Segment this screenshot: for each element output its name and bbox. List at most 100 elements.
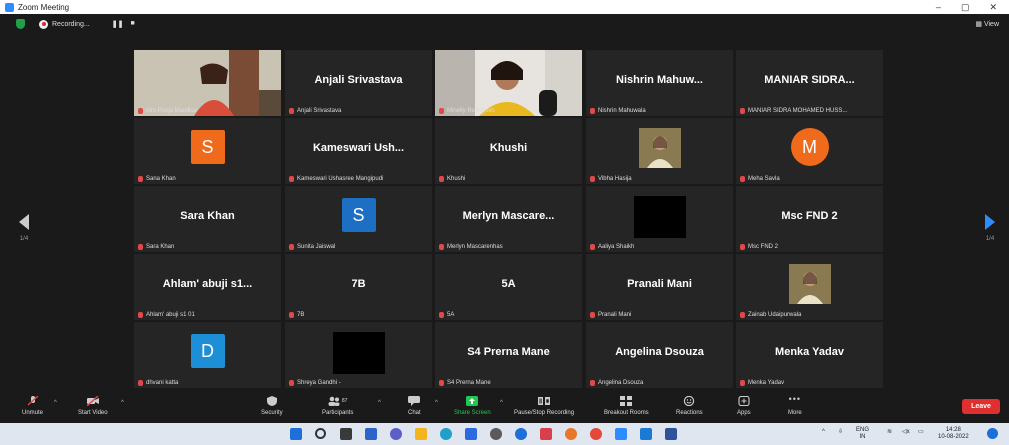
chat-button[interactable]: Chat [408,391,421,416]
participant-name-label: Sunita Jaiswal [289,244,335,250]
reactions-label: Reactions [676,410,703,416]
monitor-app-icon[interactable] [640,428,652,440]
participant-display-name: Sara Khan [180,210,235,222]
participant-name-text: Sunita Jaiswal [297,244,336,250]
participant-display-name: 7B [351,278,366,290]
breakout-rooms-button[interactable]: Breakout Rooms [604,391,649,416]
app-icon[interactable] [490,428,502,440]
clock[interactable]: 14:28 10-08-2022 [938,427,969,441]
participant-tile[interactable]: Ddhvani katta [134,322,281,388]
participant-tile[interactable]: Sara Khan Sara Khan [134,186,281,252]
volume-icon[interactable]: ◁x [902,429,910,436]
antivirus-icon[interactable] [540,428,552,440]
view-button[interactable]: ▦ View [975,20,999,28]
participant-avatar: D [190,334,225,368]
edge-browser-icon[interactable] [440,428,452,440]
leave-button[interactable]: Leave [962,399,1000,414]
word-icon[interactable] [665,428,677,440]
pause-stop-recording-button[interactable]: Pause/Stop Recording [514,391,574,416]
video-options-caret-icon[interactable]: ^ [121,400,124,406]
participants-caret-icon[interactable]: ^ [378,400,381,406]
muted-mic-icon [740,108,745,114]
participant-avatar: M [790,128,829,166]
participant-name-text: Aaliya Shaikh [598,244,635,250]
participant-tile[interactable]: Merlyn Mascare... Merlyn Mascarenhas [435,186,582,252]
more-button[interactable]: ••• More [788,391,802,416]
file-explorer-icon[interactable] [415,428,427,440]
search-icon[interactable] [315,428,326,439]
participant-display-name: Khushi [489,142,528,154]
participant-tile[interactable]: MANIAR SIDRA... MANIAR SIDRA MOHAMED HUSS… [736,50,883,116]
participant-tile[interactable]: Pranali Mani Pranali Mani [586,254,733,320]
next-page-button[interactable]: 1/4 [980,214,1000,242]
tray-chevron-icon[interactable]: ^ [822,429,825,436]
participant-tile[interactable]: 7B 7B [285,254,432,320]
task-view-icon[interactable] [340,428,352,440]
notification-icon[interactable] [987,428,998,439]
participant-display-name: 5A [501,278,516,290]
language-indicator[interactable]: ENG IN [856,427,869,441]
participant-tile[interactable]: M Meha Savla [736,118,883,184]
zoom-logo-icon [5,2,14,12]
wifi-icon[interactable]: ≋ [887,429,892,436]
apps-button[interactable]: Apps [737,391,751,416]
start-menu-icon[interactable] [290,428,302,440]
participant-name-text: Kameswari Ushasree Mangipudi [297,176,384,182]
participant-tile[interactable]: Msc FND 2 Msc FND 2 [736,186,883,252]
minimize-button[interactable]: – [936,2,941,13]
participant-tile[interactable]: Angelina Dsouza Angelina Dsouza [586,322,733,388]
participant-tile[interactable]: Aaliya Shaikh [586,186,733,252]
participant-tile[interactable]: Mrs Pooja Maulikar [134,50,281,116]
widgets-icon[interactable] [365,428,377,440]
start-video-button[interactable]: Start Video [78,391,108,416]
stop-recording-icon[interactable]: ■ [130,20,134,28]
security-shield-icon[interactable] [16,19,25,29]
pause-recording-icon[interactable]: ❚❚ [112,20,124,28]
chat-caret-icon[interactable]: ^ [435,400,438,406]
tray-app-icon[interactable]: ⇩ [838,429,843,436]
muted-mic-icon [590,244,595,250]
participant-tile[interactable]: Ahlam' abuji s1... Ahlam' abuji s1 01 [134,254,281,320]
participant-tile[interactable]: S Sana Khan [134,118,281,184]
previous-page-button[interactable]: 1/4 [14,214,34,242]
help-icon[interactable] [515,428,527,440]
maximize-button[interactable]: ▢ [961,2,970,13]
participant-tile[interactable]: Nishrin Mahuw... Nishrin Mahuwala [586,50,733,116]
security-button[interactable]: Security [261,391,283,416]
meeting-top-bar: Recording... ❚❚ ■ ▦ View [0,14,1009,34]
participants-icon [328,396,340,406]
participant-name-text: Mrs Pooja Maulikar [146,108,198,114]
participant-tile[interactable]: Khushi Khushi [435,118,582,184]
muted-mic-icon [138,312,143,318]
participants-button[interactable]: 87 Participants [322,391,353,416]
close-button[interactable]: ✕ [989,2,997,13]
firefox-icon[interactable] [565,428,577,440]
store-icon[interactable] [465,428,477,440]
participant-tile[interactable]: S4 Prerna Mane S4 Prerna Mane [435,322,582,388]
share-caret-icon[interactable]: ^ [500,400,503,406]
participant-tile[interactable]: Menka Yadav Menka Yadav [736,322,883,388]
participant-tile[interactable]: Kameswari Ush... Kameswari Ushasree Mangi… [285,118,432,184]
reactions-button[interactable]: Reactions [676,391,703,416]
battery-icon[interactable]: ▭ [918,429,924,436]
unmute-button[interactable]: Unmute [22,391,43,416]
participant-name-text: Angelina Dsouza [598,380,644,386]
participant-tile[interactable]: 5A 5A [435,254,582,320]
chrome-icon[interactable] [590,428,602,440]
participant-display-name: Merlyn Mascare... [462,210,555,222]
participant-tile[interactable]: Zainab Udaipurwala [736,254,883,320]
participant-name-label: Sana Khan [138,176,176,182]
muted-microphone-icon [27,396,38,406]
participant-tile[interactable]: Anjali Srivastava Anjali Srivastava [285,50,432,116]
share-screen-button[interactable]: Share Screen [454,391,491,416]
zoom-taskbar-icon[interactable] [615,428,627,440]
teams-chat-icon[interactable] [390,428,402,440]
audio-options-caret-icon[interactable]: ^ [54,400,57,406]
participant-name-label: Merlyn Mascarenhas [439,244,503,250]
participant-tile[interactable]: Minelly Rodrigues [435,50,582,116]
participant-name-label: 7B [289,312,304,318]
participant-tile[interactable]: Vibha Hasija [586,118,733,184]
participant-tile[interactable]: Shreya Gandhi - [285,322,432,388]
participant-name-label: Meha Savla [740,176,780,182]
participant-tile[interactable]: S Sunita Jaiswal [285,186,432,252]
